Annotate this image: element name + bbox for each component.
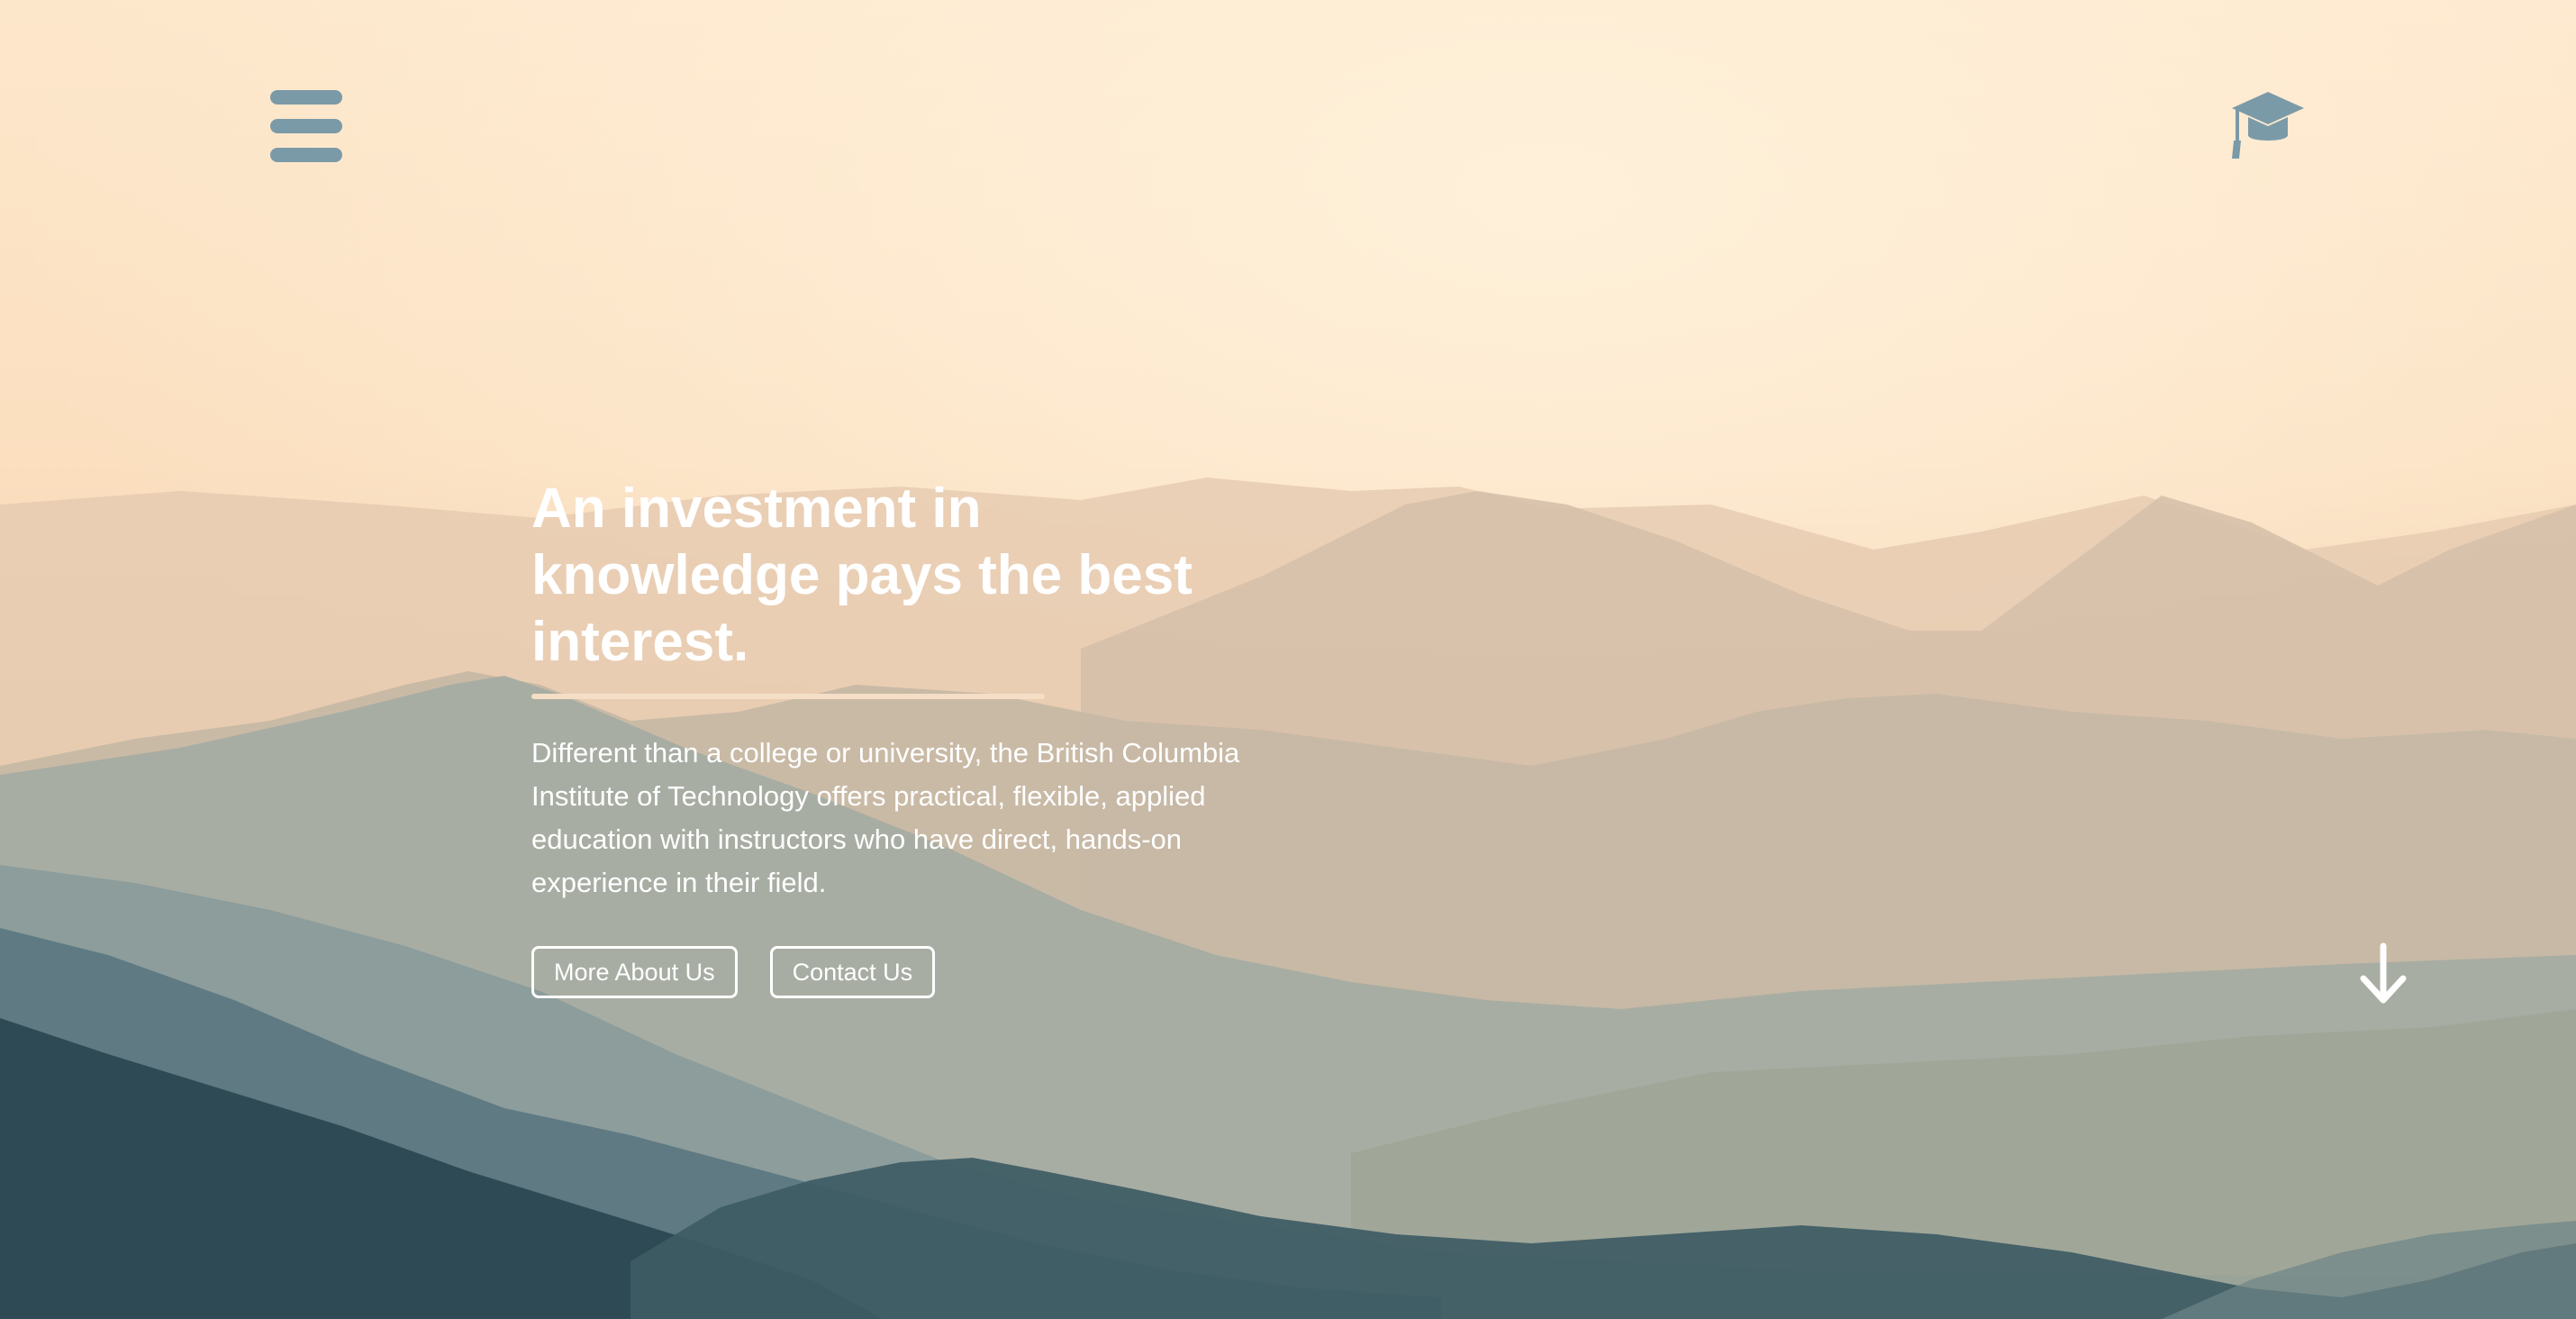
logo[interactable] bbox=[2230, 86, 2306, 164]
hero-actions: More About Us Contact Us bbox=[531, 946, 1279, 998]
graduation-cap-icon bbox=[2232, 92, 2304, 159]
scroll-down-button[interactable] bbox=[2358, 942, 2408, 1005]
hero-section: An investment in knowledge pays the best… bbox=[0, 0, 2576, 1319]
contact-us-button[interactable]: Contact Us bbox=[769, 946, 936, 998]
more-about-us-button[interactable]: More About Us bbox=[531, 946, 738, 998]
arrow-down-icon bbox=[2360, 942, 2407, 1004]
mountain-landscape-background bbox=[0, 0, 2576, 1319]
hero-description: Different than a college or university, … bbox=[531, 737, 1240, 898]
hamburger-menu-button[interactable] bbox=[268, 86, 344, 166]
hero-headline: An investment in knowledge pays the best… bbox=[531, 478, 1193, 673]
hero-content: An investment in knowledge pays the best… bbox=[531, 476, 1279, 998]
headline-divider bbox=[531, 694, 1045, 699]
